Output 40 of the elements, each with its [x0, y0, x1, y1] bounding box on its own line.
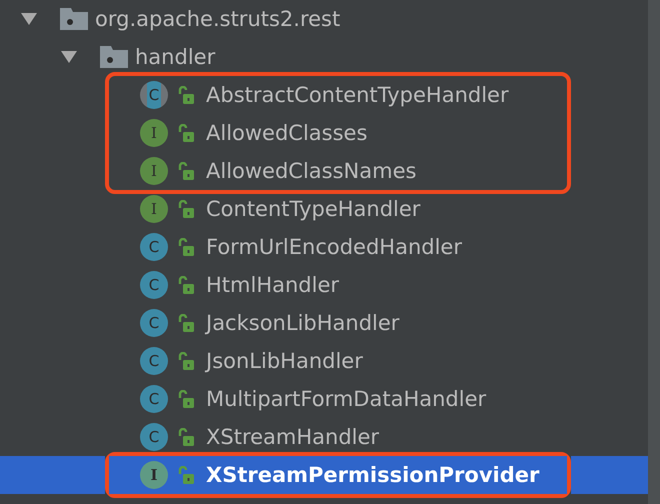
class-icon: C [140, 233, 168, 261]
tree-item[interactable]: C MultipartFormDataHandler [0, 380, 648, 418]
unlocked-padlock-icon [178, 352, 194, 370]
class-icon: C [140, 423, 168, 451]
unlocked-padlock-icon [178, 428, 194, 446]
unlocked-padlock-icon [178, 466, 194, 484]
package-folder-icon [100, 46, 128, 68]
unlocked-padlock-icon [178, 238, 194, 256]
expand-arrow-icon[interactable] [20, 12, 38, 26]
unlocked-padlock-icon [178, 314, 194, 332]
interface-icon: I [140, 119, 168, 147]
package-folder-icon [60, 8, 88, 30]
unlocked-padlock-icon [178, 276, 194, 294]
class-icon: C [140, 385, 168, 413]
interface-icon: I [140, 461, 168, 489]
interface-icon: I [140, 195, 168, 223]
unlocked-padlock-icon [178, 390, 194, 408]
tree-item[interactable]: I ContentTypeHandler [0, 190, 648, 228]
tree-item[interactable]: I AllowedClassNames [0, 152, 648, 190]
tree-item[interactable]: C FormUrlEncodedHandler [0, 228, 648, 266]
interface-icon: I [140, 157, 168, 185]
class-icon: C [140, 347, 168, 375]
tree-item[interactable]: I AllowedClasses [0, 114, 648, 152]
tree-item[interactable]: org.apache.struts2.rest [0, 0, 648, 38]
scrollbar[interactable] [648, 0, 660, 504]
class-icon: C [140, 81, 168, 109]
unlocked-padlock-icon [178, 200, 194, 218]
unlocked-padlock-icon [178, 124, 194, 142]
class-icon: C [140, 309, 168, 337]
unlocked-padlock-icon [178, 86, 194, 104]
tree-item[interactable]: I XStreamPermissionProvider [0, 456, 648, 494]
unlocked-padlock-icon [178, 162, 194, 180]
tree-item[interactable]: C JacksonLibHandler [0, 304, 648, 342]
class-icon: C [140, 271, 168, 299]
tree-item[interactable]: C AbstractContentTypeHandler [0, 76, 648, 114]
expand-arrow-icon[interactable] [60, 50, 78, 64]
tree-item[interactable]: C XStreamHandler [0, 418, 648, 456]
tree-item[interactable]: C HtmlHandler [0, 266, 648, 304]
tree-item[interactable]: C JsonLibHandler [0, 342, 648, 380]
tree-item[interactable]: handler [0, 38, 648, 76]
